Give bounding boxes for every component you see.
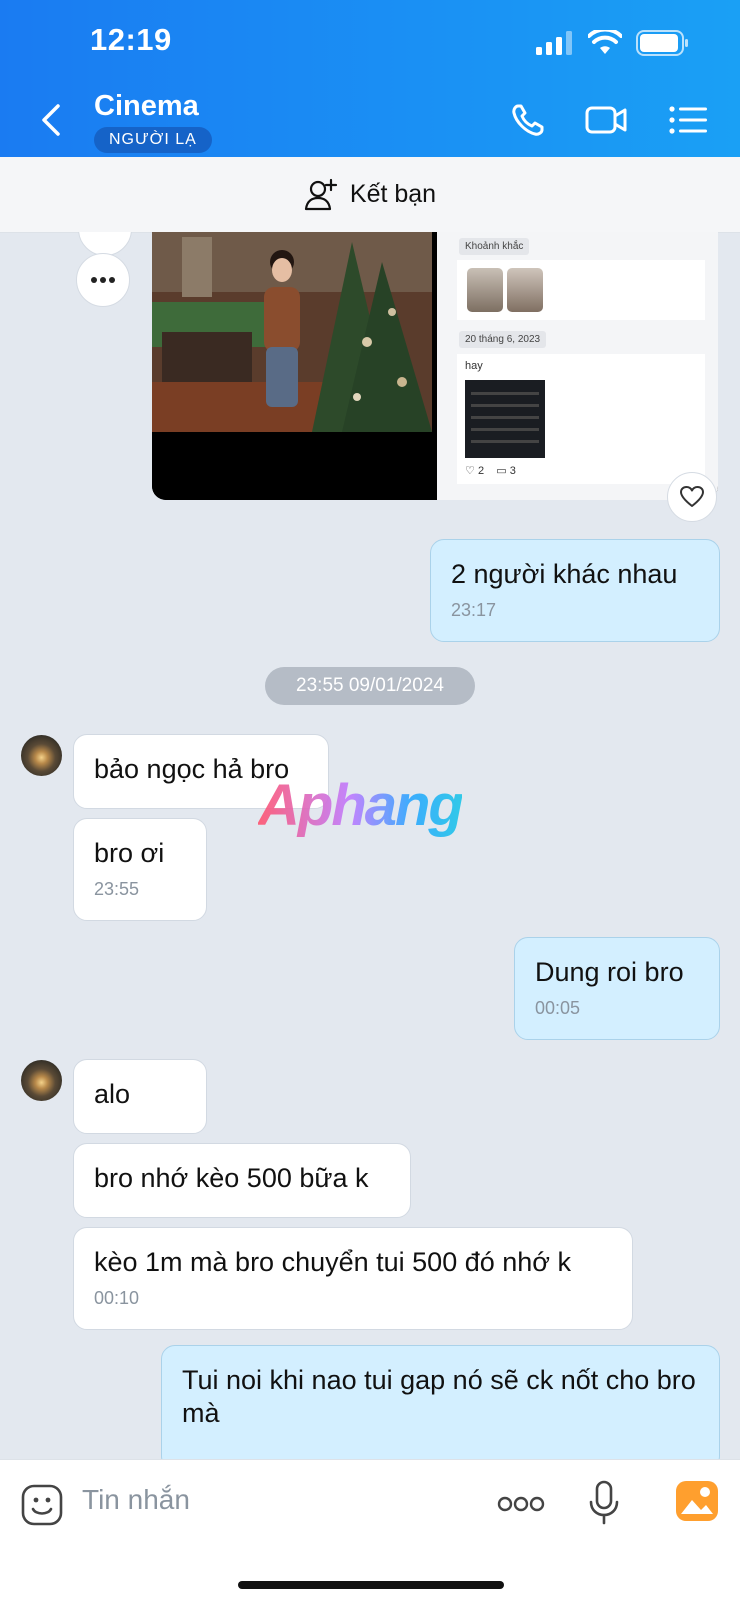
post-like-icon: ♡ — [465, 465, 475, 477]
message-bubble-incoming[interactable]: kèo 1m mà bro chuyển tui 500 đó nhớ k 00… — [73, 1227, 633, 1330]
more-options-button[interactable] — [76, 253, 130, 307]
message-time: 00:10 — [94, 1288, 140, 1308]
post-stats: ♡ 2 ▭ 3 — [465, 464, 516, 477]
post-comment-icon: ▭ — [496, 465, 507, 477]
signal-icon — [536, 31, 572, 55]
watermark: Aphang — [258, 773, 464, 838]
gallery-icon[interactable] — [675, 1480, 719, 1522]
message-text: alo — [94, 1079, 131, 1109]
add-friend-label: Kết bạn — [349, 180, 437, 208]
avatar[interactable] — [21, 735, 62, 776]
message-text: bro nhớ kèo 500 bữa k — [94, 1163, 369, 1193]
message-time: 00:05 — [535, 998, 581, 1018]
chat-messages[interactable]: Khoảnh khắc 20 tháng 6, 2023 hay ♡ 2 ▭ 3… — [0, 232, 740, 1459]
add-friend-icon — [304, 178, 338, 210]
add-friend-bar[interactable]: Kết bạn — [0, 157, 740, 233]
status-time: 12:19 — [90, 22, 172, 57]
post-likes: 2 — [477, 465, 485, 477]
chat-title[interactable]: Cinema — [94, 90, 199, 123]
message-input-bar: Tin nhắn — [0, 1459, 740, 1601]
message-text: bro ơi — [94, 838, 165, 868]
message-bubble-incoming[interactable]: alo — [73, 1059, 207, 1134]
more-horizontal-icon[interactable] — [497, 1495, 545, 1513]
menu-list-icon[interactable] — [666, 100, 710, 140]
back-chevron-icon[interactable] — [36, 100, 66, 140]
message-bubble-outgoing[interactable]: 2 người khác nhau 23:17 — [430, 539, 720, 642]
more-dots-icon — [91, 277, 115, 283]
heart-icon — [680, 486, 704, 507]
message-input[interactable]: Tin nhắn — [82, 1484, 190, 1516]
moment-box — [457, 260, 705, 320]
status-icons — [536, 30, 690, 56]
home-indicator — [238, 1581, 504, 1589]
chat-header: 12:19 Cinema NGƯỜI LẠ — [0, 0, 740, 157]
message-text: Tui noi khi nao tui gap nó sẽ ck nốt cho… — [182, 1365, 696, 1428]
message-bubble-outgoing[interactable]: Tui noi khi nao tui gap nó sẽ ck nốt cho… — [161, 1345, 720, 1459]
sticker-icon[interactable] — [21, 1484, 63, 1526]
message-text: 2 người khác nhau — [451, 559, 678, 589]
message-text: Dung roi bro — [535, 957, 684, 987]
wifi-icon — [588, 30, 622, 54]
message-bubble-incoming[interactable]: bro ơi 23:55 — [73, 818, 207, 921]
message-text: kèo 1m mà bro chuyển tui 500 đó nhớ k — [94, 1247, 571, 1277]
post-comments: 3 — [509, 465, 516, 477]
date-chip: 20 tháng 6, 2023 — [459, 331, 547, 348]
post-thumbnail — [465, 380, 545, 458]
microphone-icon[interactable] — [588, 1480, 620, 1526]
date-separator: 23:55 09/01/2024 — [265, 667, 475, 705]
message-time: 23:55 — [94, 879, 140, 899]
moment-chip: Khoảnh khắc — [459, 238, 530, 255]
stranger-badge: NGƯỜI LẠ — [94, 127, 212, 153]
shared-screenshot[interactable]: Khoảnh khắc 20 tháng 6, 2023 hay ♡ 2 ▭ 3 — [437, 232, 718, 500]
post-text: hay — [465, 360, 483, 372]
message-bubble-incoming[interactable]: bro nhớ kèo 500 bữa k — [73, 1143, 411, 1218]
avatar[interactable] — [21, 1060, 62, 1101]
shared-image-card[interactable]: Khoảnh khắc 20 tháng 6, 2023 hay ♡ 2 ▭ 3 — [152, 232, 718, 500]
phone-icon[interactable] — [508, 100, 552, 140]
post-box: hay ♡ 2 ▭ 3 — [457, 354, 705, 484]
message-time: 23:17 — [451, 600, 497, 620]
react-button[interactable] — [667, 472, 717, 522]
message-bubble-outgoing[interactable]: Dung roi bro 00:05 — [514, 937, 720, 1040]
shared-photo[interactable] — [152, 232, 432, 500]
video-call-icon[interactable] — [584, 100, 628, 140]
battery-icon — [636, 30, 688, 56]
